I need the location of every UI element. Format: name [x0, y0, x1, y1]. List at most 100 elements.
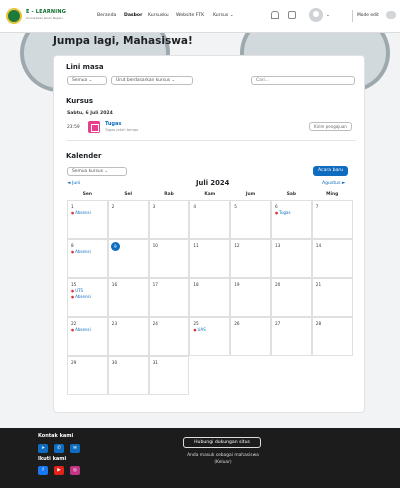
calendar-day-cell[interactable]: 25UAS [189, 317, 231, 356]
calendar-day-header: Sel [124, 192, 133, 197]
day-number: 29 [71, 360, 77, 365]
nav-website-ftk[interactable]: Website FTK [176, 13, 204, 18]
timeline-search-input[interactable]: Cari... [251, 76, 355, 85]
calendar-day-cell[interactable]: 2 [107, 200, 149, 239]
instagram-icon[interactable]: ◎ [70, 466, 80, 475]
calendar-day-cell[interactable]: 13 [271, 239, 312, 278]
nav-kursusku[interactable]: Kursusku [148, 13, 169, 18]
calendar-event[interactable]: Absensi [71, 210, 91, 215]
calendar-event[interactable]: Absensi [71, 249, 91, 254]
day-number: 12 [234, 243, 240, 248]
calendar-event[interactable]: UAS [193, 327, 206, 332]
calendar-event[interactable]: Absensi [71, 294, 91, 299]
calendar-event[interactable]: Tugas [275, 210, 290, 215]
day-number: 10 [152, 243, 158, 248]
facebook-icon[interactable]: f [38, 466, 48, 475]
timeline-date: Sabtu, 6 Juli 2024 [67, 111, 113, 116]
calendar-day-cell[interactable]: 8Absensi [67, 239, 108, 278]
timeline-filter-select[interactable]: Semua ⌄ [67, 76, 107, 85]
day-number: 5 [234, 204, 237, 209]
calendar-day-header: Sab [286, 192, 297, 197]
day-number: 13 [275, 243, 281, 248]
day-number: 28 [315, 321, 322, 326]
calendar-event[interactable]: Absensi [71, 327, 91, 332]
university-logo[interactable] [6, 8, 22, 24]
calendar-day-cell[interactable]: 26 [230, 317, 271, 356]
notification-bell-icon[interactable] [271, 11, 279, 19]
calendar-day-cell[interactable]: 18 [189, 278, 231, 317]
email-icon[interactable]: ✉ [70, 444, 80, 453]
user-menu-chevron-icon[interactable]: ⌄ [326, 13, 330, 18]
calendar-day-cell[interactable]: 5 [230, 200, 271, 239]
calendar-day-cell[interactable]: 17 [148, 278, 190, 317]
calendar-day-cell[interactable]: 14 [311, 239, 353, 278]
courses-title: Kursus [66, 97, 94, 105]
youtube-icon[interactable]: ▶ [54, 466, 64, 475]
calendar-day-cell[interactable]: 30 [107, 356, 149, 395]
calendar-day-cell[interactable]: 12 [230, 239, 271, 278]
messages-icon[interactable] [288, 11, 296, 19]
submit-button[interactable]: Kirim pengajuan [309, 122, 352, 131]
day-number: 17 [152, 282, 158, 287]
task-link[interactable]: Tugas [105, 121, 121, 127]
calendar-day-cell[interactable]: 29 [67, 356, 108, 395]
calendar-event[interactable]: UTS [71, 288, 83, 293]
calendar-course-select[interactable]: Semua kursus ⌄ [67, 167, 127, 176]
user-avatar[interactable] [309, 8, 323, 22]
logout-link[interactable]: (Keluar) [162, 460, 284, 467]
day-number: 26 [234, 321, 240, 326]
calendar-day-cell[interactable]: 21 [311, 278, 353, 317]
calendar-day-cell[interactable]: 16 [107, 278, 149, 317]
calendar-day-cell[interactable]: 15UTSAbsensi [67, 278, 108, 317]
calendar-day-cell[interactable]: 24 [148, 317, 190, 356]
day-number: 21 [315, 282, 322, 287]
day-number: 24 [152, 321, 158, 326]
day-number: 23 [111, 321, 118, 326]
nav-kursus-dropdown[interactable]: Kursus ⌄ [213, 13, 234, 18]
calendar-day-cell[interactable]: 9 [107, 239, 149, 278]
navbar-divider [352, 10, 353, 22]
calendar-day-cell[interactable]: 3 [148, 200, 190, 239]
calendar-day-header: Sen [82, 192, 93, 197]
calendar-day-cell[interactable]: 19 [230, 278, 271, 317]
calendar-day-cell[interactable]: 23 [107, 317, 149, 356]
phone-icon[interactable]: ✆ [54, 444, 64, 453]
contact-support-button[interactable]: Hubungi dukungan situs [183, 437, 261, 448]
calendar-day-cell[interactable]: 4 [189, 200, 231, 239]
nav-beranda[interactable]: Beranda [97, 13, 116, 18]
telegram-icon[interactable]: ➤ [38, 444, 48, 453]
day-number: 30 [111, 360, 118, 365]
calendar-day-cell[interactable]: 20 [271, 278, 312, 317]
page-title: Jumpa lagi, Mahasiswa! [53, 35, 193, 47]
calendar-day-cell[interactable]: 11 [189, 239, 231, 278]
calendar-day-cell[interactable]: 28 [311, 317, 353, 356]
day-number: 1 [71, 204, 74, 209]
day-number: 11 [193, 243, 199, 248]
calendar-title: Kalender [66, 152, 102, 160]
calendar-day-header: Jum [245, 192, 256, 197]
day-number: 15 [71, 282, 77, 287]
prev-month-link[interactable]: ◄ Juni [67, 181, 80, 186]
new-event-button[interactable]: Acara baru [313, 166, 349, 176]
calendar-day-cell[interactable]: 22Absensi [67, 317, 108, 356]
calendar-day-cell[interactable]: 31 [148, 356, 190, 395]
timeline-title: Lini masa [66, 63, 104, 71]
day-number: 4 [193, 204, 197, 209]
day-number: 31 [152, 360, 158, 365]
next-month-link[interactable]: Agustus ► [322, 181, 345, 186]
calendar-day-header: Kam [204, 192, 216, 197]
timeline-sort-select[interactable]: Urut berdasarkan kursus ⌄ [111, 76, 193, 85]
top-navbar: E - LEARNING Universitas Islam Negeri Be… [0, 0, 400, 33]
brand-subtitle: Universitas Islam Negeri [26, 16, 63, 20]
calendar-day-cell[interactable]: 27 [271, 317, 312, 356]
calendar-day-cell[interactable]: 1Absensi [67, 200, 108, 239]
day-number: 2 [111, 204, 115, 209]
calendar-day-cell[interactable]: 10 [148, 239, 190, 278]
calendar-day-cell[interactable]: 7 [311, 200, 353, 239]
nav-dasbor[interactable]: Dasbor [124, 13, 142, 18]
edit-mode-toggle[interactable] [386, 11, 396, 19]
calendar-day-cell[interactable]: 6Tugas [271, 200, 312, 239]
day-number: 18 [193, 282, 199, 287]
task-subtitle: Tugas jatuh tempo [105, 128, 139, 132]
day-number: 7 [315, 204, 319, 209]
